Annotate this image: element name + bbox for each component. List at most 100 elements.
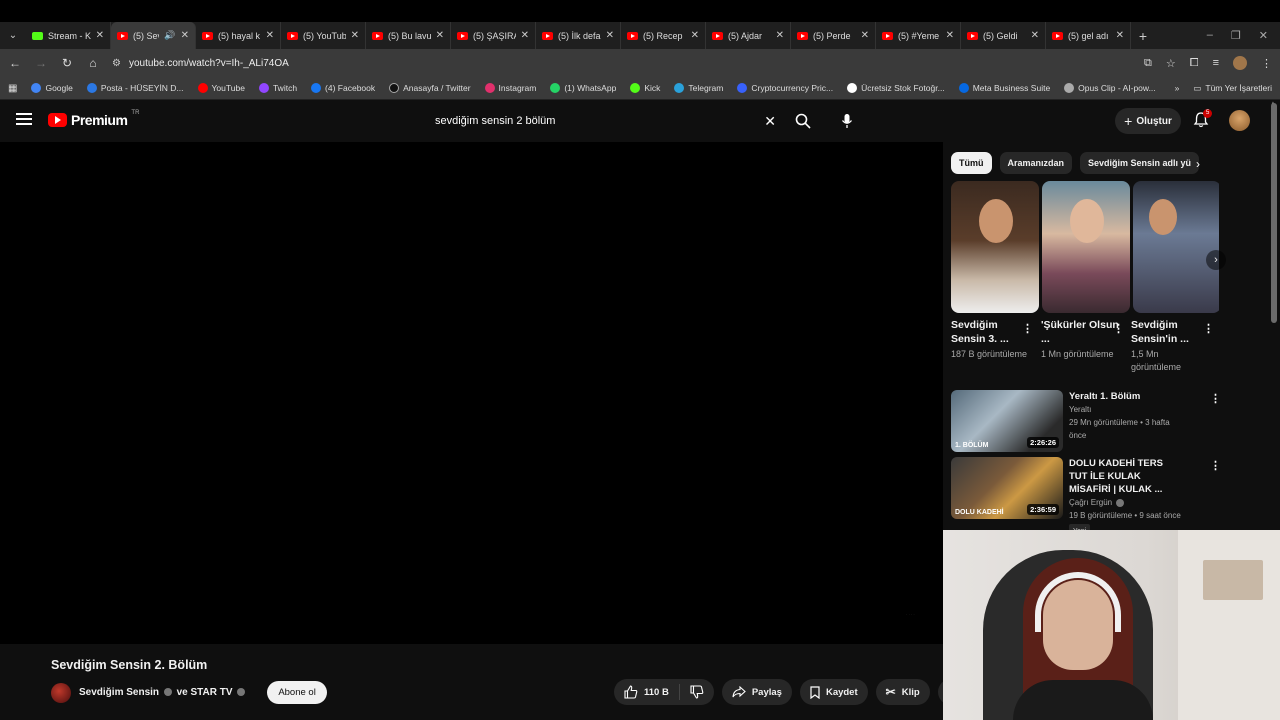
apps-grid-icon[interactable]: ▦ <box>8 83 17 94</box>
profile-avatar[interactable] <box>1233 56 1247 70</box>
recommended-video[interactable]: DOLU KADEHİ 2:36:59 DOLU KADEHİ TERS TUT… <box>951 457 1181 539</box>
close-tab-icon[interactable]: ✕ <box>521 30 529 41</box>
close-tab-icon[interactable]: ✕ <box>691 30 699 41</box>
menu-dots-icon[interactable]: ⋮ <box>1261 57 1272 70</box>
more-options-icon[interactable]: ⋮ <box>1203 322 1214 335</box>
search-button[interactable] <box>789 108 817 134</box>
short-info[interactable]: Sevdiğim Sensin'in ... 1,5 Mn görüntülem… <box>1131 318 1211 374</box>
browser-tab[interactable]: (5) gel adı ✕ <box>1046 22 1131 49</box>
tab-search-dropdown-icon[interactable]: ⌄ <box>0 30 26 41</box>
bookmark-youtube[interactable]: YouTube <box>197 83 245 93</box>
browser-tab[interactable]: (5) Recep ✕ <box>621 22 706 49</box>
video-channel[interactable]: Yeraltı <box>1069 403 1181 416</box>
browser-tab[interactable]: (5) ŞAŞIRA ✕ <box>451 22 536 49</box>
cast-icon[interactable]: ⧉ <box>1144 57 1152 70</box>
recommended-video[interactable]: 1. BÖLÜM 2:26:26 Yeraltı 1. Bölüm Yeralt… <box>951 390 1181 452</box>
video-player[interactable] <box>0 142 943 644</box>
more-options-icon[interactable]: ⋮ <box>1210 459 1221 472</box>
close-window-icon[interactable]: ✕ <box>1259 29 1268 42</box>
chip-from-search[interactable]: Aramanızdan <box>999 152 1073 174</box>
close-tab-icon[interactable]: ✕ <box>266 30 274 41</box>
more-options-icon[interactable]: ⋮ <box>1113 322 1124 335</box>
share-button[interactable]: Paylaş <box>721 679 792 705</box>
browser-tab[interactable]: (5) YouTub ✕ <box>281 22 366 49</box>
youtube-logo[interactable]: Premium TR <box>48 110 139 128</box>
restore-icon[interactable]: ❐ <box>1231 29 1241 42</box>
close-tab-icon[interactable]: ✕ <box>606 30 614 41</box>
chip-all[interactable]: Tümü <box>951 152 992 174</box>
url-field[interactable]: ⚙ youtube.com/watch?v=Ih-_ALi74OA <box>112 52 1133 74</box>
home-icon[interactable]: ⌂ <box>86 56 100 70</box>
browser-tab[interactable]: (5) Perde ✕ <box>791 22 876 49</box>
bookmark-opus[interactable]: Opus Clip - AI-pow... <box>1064 83 1156 93</box>
bookmark-facebook[interactable]: (4) Facebook <box>311 83 375 93</box>
short-thumbnail[interactable] <box>1042 181 1130 313</box>
site-info-icon[interactable]: ⚙ <box>112 58 121 69</box>
search-input[interactable]: sevdiğim sensin 2 bölüm ✕ <box>424 107 787 135</box>
scrollbar[interactable] <box>1271 103 1277 323</box>
bookmark-meta[interactable]: Meta Business Suite <box>958 83 1050 93</box>
bookmark-twitter[interactable]: Anasayfa / Twitter <box>389 83 471 93</box>
like-button[interactable]: 110 B <box>614 679 679 705</box>
close-tab-icon[interactable]: ✕ <box>1031 30 1039 41</box>
short-thumbnail[interactable] <box>1133 181 1219 313</box>
close-tab-icon[interactable]: ✕ <box>351 30 359 41</box>
shorts-next-button[interactable]: › <box>1206 250 1226 270</box>
back-icon[interactable]: ← <box>8 56 22 70</box>
close-tab-icon[interactable]: ✕ <box>1116 30 1124 41</box>
menu-icon[interactable] <box>16 113 32 125</box>
bookmark-instagram[interactable]: Instagram <box>484 83 536 93</box>
close-tab-icon[interactable]: ✕ <box>946 30 954 41</box>
video-thumbnail[interactable]: DOLU KADEHİ 2:36:59 <box>951 457 1063 519</box>
new-tab-button[interactable]: + <box>1131 28 1155 44</box>
bookmark-google[interactable]: Google <box>31 83 73 93</box>
all-bookmarks-folder[interactable]: ▭ Tüm Yer İşaretleri <box>1193 83 1272 94</box>
chevron-right-icon[interactable]: › <box>1196 157 1200 171</box>
video-thumbnail[interactable]: 1. BÖLÜM 2:26:26 <box>951 390 1063 452</box>
bookmark-crypto[interactable]: Cryptocurrency Pric... <box>737 83 833 93</box>
bookmark-stock-photo[interactable]: Ücretsiz Stok Fotoğr... <box>847 83 945 93</box>
close-tab-icon[interactable]: ✕ <box>436 30 444 41</box>
bookmark-kick[interactable]: Kick <box>630 83 660 93</box>
bookmark-star-icon[interactable]: ☆ <box>1166 57 1176 70</box>
short-info[interactable]: 'Şükürler Olsun ... 1 Mn görüntüleme <box>1041 318 1121 361</box>
close-tab-icon[interactable]: ✕ <box>776 30 784 41</box>
speaker-icon[interactable]: 🔊 <box>164 30 175 41</box>
browser-tab[interactable]: (5) hayal k ✕ <box>196 22 281 49</box>
close-tab-icon[interactable]: ✕ <box>181 30 189 41</box>
bookmark-telegram[interactable]: Telegram <box>674 83 723 93</box>
more-bookmarks-icon[interactable]: » <box>1175 83 1180 93</box>
clear-search-icon[interactable]: ✕ <box>764 113 776 130</box>
minimize-icon[interactable]: – <box>1207 29 1213 42</box>
extensions-icon[interactable]: ⧠ <box>1190 57 1199 70</box>
chip-channel[interactable]: Sevdiğim Sensin adlı yü <box>1080 152 1200 174</box>
forward-icon[interactable]: → <box>34 56 48 70</box>
channel-avatar[interactable] <box>51 682 71 703</box>
video-channel[interactable]: Çağrı Ergün <box>1069 496 1181 509</box>
browser-tab[interactable]: (5) İlk defa ✕ <box>536 22 621 49</box>
more-options-icon[interactable]: ⋮ <box>1210 392 1221 405</box>
dislike-button[interactable] <box>680 679 714 705</box>
subscribe-button[interactable]: Abone ol <box>267 681 327 704</box>
channel-name[interactable]: Sevdiğim Sensin ve STAR TV <box>79 687 247 698</box>
browser-tab[interactable]: (5) Bu lavu ✕ <box>366 22 451 49</box>
bookmark-posta[interactable]: Posta - HÜSEYİN D... <box>86 83 184 93</box>
voice-search-button[interactable] <box>834 108 860 134</box>
bookmark-whatsapp[interactable]: (1) WhatsApp <box>550 83 616 93</box>
user-avatar[interactable] <box>1229 110 1250 131</box>
video-title[interactable]: Yeraltı 1. Bölüm <box>1069 390 1181 403</box>
short-thumbnail[interactable] <box>951 181 1039 313</box>
reload-icon[interactable]: ↻ <box>60 56 74 70</box>
bookmark-twitch[interactable]: Twitch <box>258 83 297 93</box>
close-tab-icon[interactable]: ✕ <box>96 30 104 41</box>
save-button[interactable]: Kaydet <box>799 679 868 705</box>
close-tab-icon[interactable]: ✕ <box>861 30 869 41</box>
create-button[interactable]: + Oluştur <box>1115 108 1181 134</box>
browser-tab[interactable]: (5) Ajdar ✕ <box>706 22 791 49</box>
browser-tab[interactable]: (5) Geldi ✕ <box>961 22 1046 49</box>
more-options-icon[interactable]: ⋮ <box>1022 322 1033 335</box>
clip-button[interactable]: ✂ Klip <box>875 679 930 705</box>
browser-tab[interactable]: (5) #Yeme ✕ <box>876 22 961 49</box>
media-icon[interactable]: ≡ <box>1213 57 1219 69</box>
browser-tab-active[interactable]: (5) Sev 🔊 ✕ <box>111 22 196 49</box>
